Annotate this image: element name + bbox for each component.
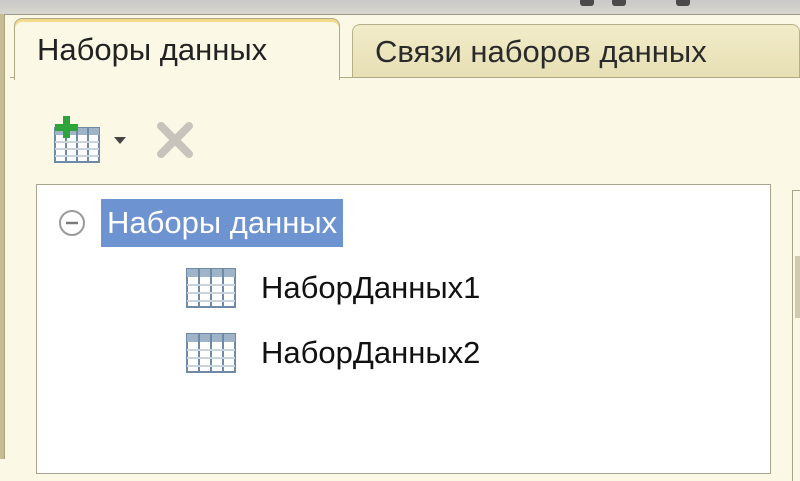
tab-data-set-links[interactable]: Связи наборов данных — [352, 24, 800, 78]
toolbar — [44, 112, 244, 168]
right-panel-stripe — [795, 256, 800, 318]
top-strip-glyph — [580, 0, 594, 6]
right-panel-edge — [792, 190, 800, 481]
window-top-strip — [0, 0, 800, 15]
add-table-icon — [54, 116, 100, 163]
tab-bar: Наборы данных Связи наборов данных — [10, 16, 800, 80]
chevron-down-icon[interactable] — [113, 135, 127, 145]
table-icon — [186, 268, 236, 308]
table-icon — [186, 333, 236, 373]
tree-item-label: НаборДанных1 — [261, 270, 481, 305]
tree-root-label[interactable]: Наборы данных — [101, 199, 344, 247]
tree-item-data-set-1[interactable]: НаборДанных1 — [185, 263, 665, 313]
data-sets-tree[interactable]: Наборы данных НаборДанных1 НаборДанных2 — [36, 184, 771, 474]
tab-label: Связи наборов данных — [375, 33, 707, 69]
top-strip-glyph — [676, 0, 690, 6]
tree-item-label: НаборДанных2 — [261, 335, 481, 370]
collapse-icon[interactable] — [57, 199, 87, 247]
delete-button[interactable] — [148, 112, 202, 168]
tree-item-data-set-2[interactable]: НаборДанных2 — [185, 328, 665, 378]
tab-data-sets[interactable]: Наборы данных — [14, 18, 340, 80]
top-strip-glyph — [612, 0, 626, 6]
tree-root-node[interactable]: Наборы данных — [57, 199, 477, 247]
delete-icon — [157, 122, 193, 158]
left-border — [0, 14, 5, 459]
add-data-set-button[interactable] — [44, 112, 134, 168]
tab-label: Наборы данных — [37, 31, 268, 67]
